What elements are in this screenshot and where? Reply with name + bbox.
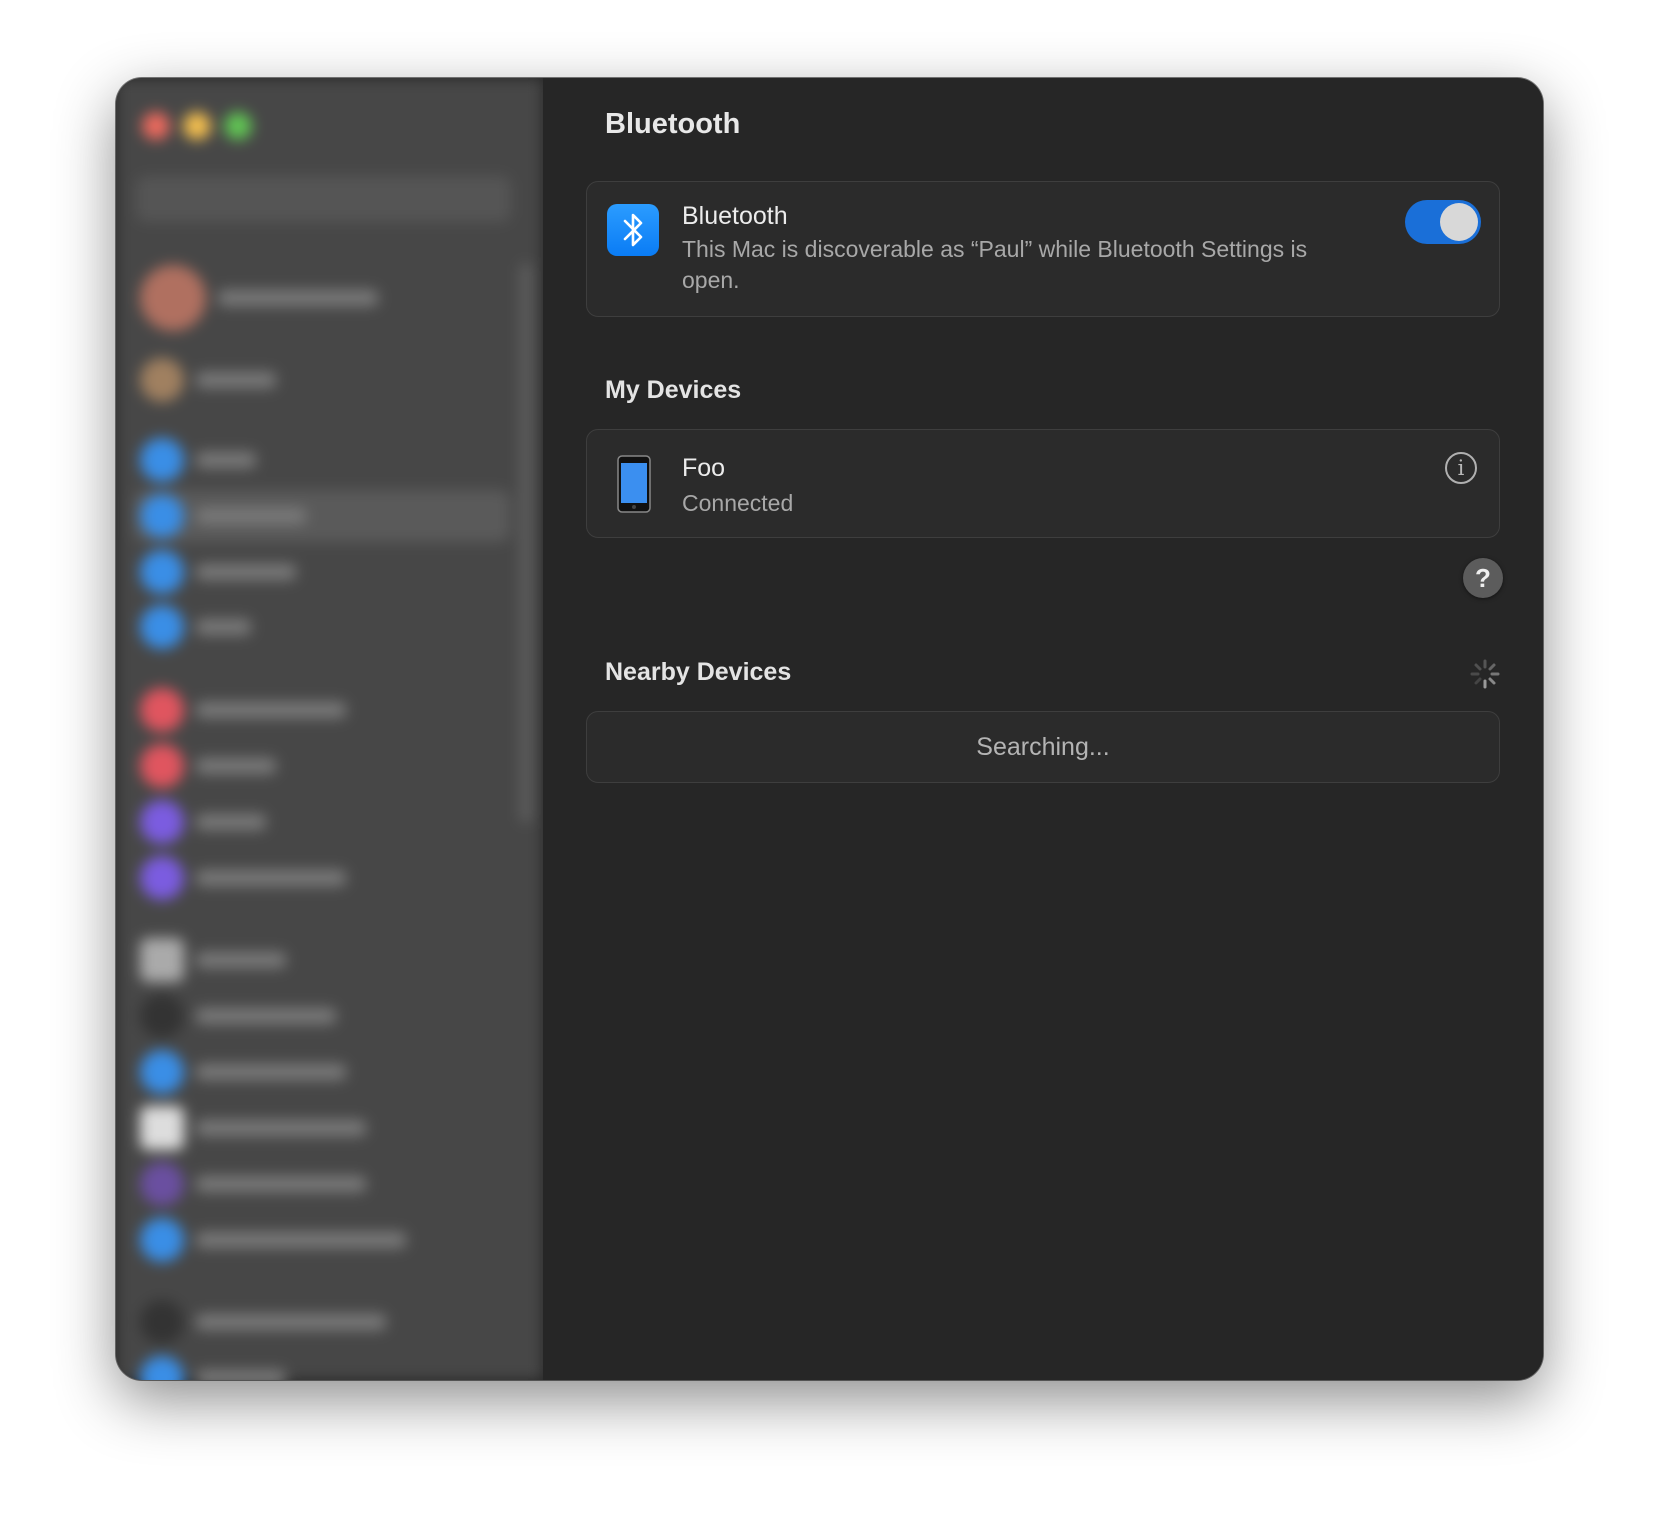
sidebar-item-bluetooth[interactable]: [140, 494, 306, 538]
sidebar-item[interactable]: [140, 856, 346, 900]
sidebar-scrollbar[interactable]: [520, 263, 532, 823]
bluetooth-toggle[interactable]: [1405, 200, 1481, 244]
help-button[interactable]: ?: [1463, 558, 1503, 598]
iphone-icon: [617, 455, 651, 518]
bluetooth-label: Bluetooth: [682, 202, 788, 230]
sidebar-item[interactable]: [140, 744, 276, 788]
sidebar-item[interactable]: [140, 800, 266, 844]
device-name: Foo: [682, 454, 726, 482]
minimize-button[interactable]: [183, 112, 211, 140]
bluetooth-card: Bluetooth This Mac is discoverable as “P…: [586, 181, 1500, 317]
sidebar-item[interactable]: [140, 1218, 406, 1262]
zoom-button[interactable]: [224, 112, 252, 140]
sidebar-item[interactable]: [140, 1300, 386, 1344]
toggle-knob: [1440, 203, 1478, 241]
my-devices-title: My Devices: [605, 376, 742, 404]
system-settings-window: Bluetooth Bluetooth This Mac is discover…: [116, 78, 1543, 1380]
sidebar-item[interactable]: [140, 605, 251, 649]
sidebar-item[interactable]: [140, 1162, 366, 1206]
sidebar-item[interactable]: [140, 938, 286, 982]
bluetooth-icon: [607, 204, 659, 256]
sidebar-item[interactable]: [140, 1106, 366, 1150]
sidebar-item[interactable]: [140, 438, 256, 482]
sidebar-item[interactable]: [140, 994, 336, 1038]
loading-spinner-icon: [1470, 659, 1500, 689]
bluetooth-description: This Mac is discoverable as “Paul” while…: [682, 236, 1308, 293]
nearby-devices-list: Searching...: [586, 711, 1500, 783]
nearby-devices-title: Nearby Devices: [605, 658, 792, 686]
page-title: Bluetooth: [605, 108, 741, 140]
sidebar-item[interactable]: [140, 688, 346, 732]
device-status: Connected: [682, 490, 794, 516]
sidebar-item[interactable]: [140, 1356, 286, 1380]
sidebar-account[interactable]: [140, 263, 378, 333]
device-row[interactable]: Foo Connected i: [586, 429, 1500, 538]
info-icon[interactable]: i: [1445, 452, 1477, 484]
sidebar-item[interactable]: [140, 1050, 346, 1094]
sidebar-search[interactable]: [136, 176, 511, 222]
main-pane: Bluetooth Bluetooth This Mac is discover…: [543, 78, 1543, 1380]
sidebar-blurred: [116, 78, 543, 1380]
close-button[interactable]: [142, 112, 170, 140]
sidebar-family[interactable]: [140, 358, 276, 402]
sidebar-item[interactable]: [140, 550, 296, 594]
